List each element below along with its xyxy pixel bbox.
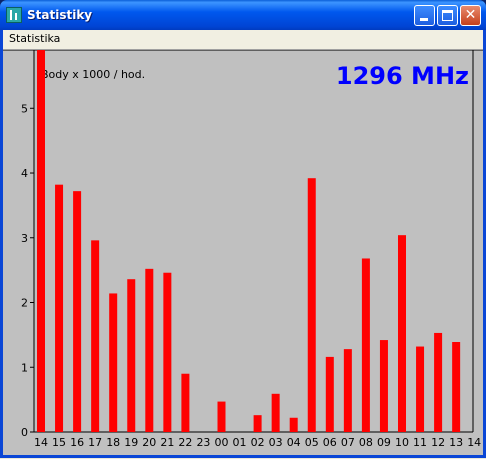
menu-bar: Statistika [3,30,483,50]
y-tick-label: 4 [21,167,28,180]
y-tick-label: 1 [21,361,28,374]
window-title: Statistiky [27,8,93,22]
x-tick-label: 09 [377,436,391,449]
bar [127,279,136,432]
bar [109,293,118,432]
bar [271,393,280,432]
x-tick-label: 06 [323,436,337,449]
bar [289,417,298,432]
x-tick-label: 10 [395,436,409,449]
y-tick-label: 0 [21,426,28,439]
y-tick-label: 2 [21,297,28,310]
bar [145,268,154,432]
x-tick-label: 00 [215,436,229,449]
x-tick-label: 23 [196,436,210,449]
bar [307,178,316,432]
x-tick-label: 02 [251,436,265,449]
x-tick-label: 22 [178,436,192,449]
minimize-button[interactable] [414,5,435,26]
x-tick-label: 05 [305,436,319,449]
chart-area: 0 1 2 3 4 5 14 15 16 17 18 19 20 21 22 23 00 01 02 03 04 05 06… [3,49,483,455]
bar [55,184,64,432]
x-tick-label: 15 [52,436,66,449]
bar [253,415,262,432]
close-icon: ✕ [464,7,477,23]
x-tick-label: 01 [233,436,247,449]
bar [379,340,388,432]
bar [325,356,334,432]
x-tick-label: 19 [124,436,138,449]
bar [398,235,406,432]
x-tick-label: 14 [467,436,481,449]
maximize-button[interactable] [437,5,458,26]
close-button[interactable]: ✕ [460,5,481,26]
x-tick-label: 04 [287,436,301,449]
x-tick-label: 20 [142,436,156,449]
x-tick-label: 11 [413,436,427,449]
bar [73,191,82,432]
chart-title: 1296 MHz [336,62,469,90]
bar [181,373,190,432]
app-icon [6,7,22,23]
x-tick-label: 16 [70,436,84,449]
x-tick-label: 08 [359,436,373,449]
x-tick-label: 12 [431,436,445,449]
x-tick-label: 07 [341,436,355,449]
title-bar[interactable]: Statistiky ✕ [0,0,486,30]
maximize-icon [442,10,453,21]
bar [361,258,370,432]
menu-statistika[interactable]: Statistika [9,32,60,45]
bar [416,346,425,432]
y-tick-label: 5 [21,102,28,115]
x-tick-label: 13 [449,436,463,449]
x-tick-label: 18 [106,436,120,449]
x-tick-label: 17 [88,436,102,449]
bar [91,240,100,432]
bar-chart: 01234514 15 16 17 18 19 20 21 22 23 00 01 02 03 04 05 06… [3,49,483,449]
bar [163,272,172,432]
bar [343,349,352,432]
x-tick-label: 21 [160,436,174,449]
window: Statistiky ✕ Statistika 0 1 2 3 4 5 14 15 16 17 18… [0,0,486,458]
bar [452,342,461,432]
bar [37,50,45,432]
bar [434,332,443,432]
chart-annotation: Body x 1000 / hod. [41,68,145,81]
x-tick-label: 03 [269,436,283,449]
x-tick-label: 14 [34,436,48,449]
minimize-icon [420,18,428,21]
bar [217,401,226,432]
y-tick-label: 3 [21,232,28,245]
